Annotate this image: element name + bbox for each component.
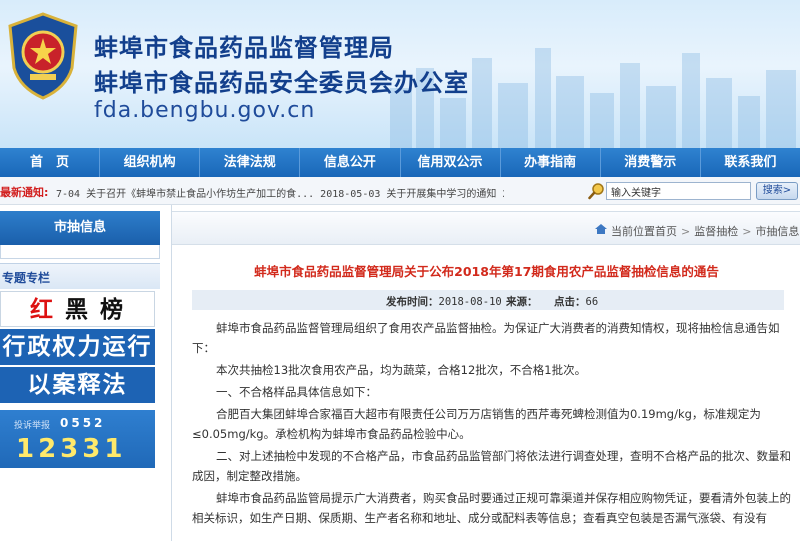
nav-item-home[interactable]: 首 页 [0,148,101,177]
nav-item-organization[interactable]: 组织机构 [100,148,201,177]
notice-bar: 最新通知: 7-04 关于召开《蚌埠市禁止食品小作坊生产加工的食... 2018… [0,177,800,205]
nav-item-contact[interactable]: 联系我们 [701,148,800,177]
main-nav: 首 页 组织机构 法律法规 信息公开 信用双公示 办事指南 消费警示 联系我们 [0,148,800,177]
site-title-line2: 蚌埠市食品药品安全委员会办公室 [94,69,469,97]
admin-power-banner[interactable]: 行政权力运行 [0,329,155,365]
banner-red-text: 红 [29,297,55,323]
article-paragraph: 合肥百大集团蚌埠合家福百大超市有限责任公司万万店销售的西芹毒死蜱检测值为0.19… [192,407,761,441]
breadcrumb-bar: 当前位置首页 > 监督抽检 > 市抽信息 [172,211,800,245]
publish-date: 发布时间：2018-08-10 [386,294,502,309]
article-paragraph: 蚌埠市食品药品监管局提示广大消费者，购买食品时要通过正规可靠渠道并保存相应购物凭… [192,491,791,525]
article-paragraph: 一、不合格样品具体信息如下： [216,385,377,399]
report-label: 投诉举报 [14,421,51,431]
complaint-hotline-banner[interactable]: 投诉举报 0552 12331 [0,410,155,468]
nav-item-credit[interactable]: 信用双公示 [401,148,501,177]
search-input[interactable] [606,182,751,200]
article-title: 蚌埠市食品药品监督管理局关于公布2018年第17期食用农产品监督抽检信息的通告 [254,264,719,279]
breadcrumb-separator: > [681,225,691,238]
sidebar: 市抽信息 专题专栏 红 黑 榜 行政权力运行 以案释法 投诉举报 0552 12… [0,205,160,541]
article-paragraph: 二、对上述抽检中发现的不合格产品，市食品药品监管部门将依法进行调查处理，查明不合… [192,449,791,483]
search-button[interactable]: 搜索> [756,182,798,200]
case-law-banner[interactable]: 以案释法 [0,367,155,403]
article-paragraph: 蚌埠市食品药品监督管理局组织了食用农产品监督抽检。为保证广大消费者的消费知情权，… [192,321,780,355]
nav-item-laws[interactable]: 法律法规 [200,148,301,177]
article-paragraph: 本次共抽检13批次食用农产品，均为蔬菜，合格12批次，不合格1批次。 [216,363,587,377]
breadcrumb-separator: > [742,225,752,238]
home-icon [595,224,607,234]
notice-label: 最新通知: [0,186,49,199]
publish-date-label: 发布时间： [386,296,439,308]
click-count-label: 点击： [554,296,586,308]
sidebar-box [0,245,160,259]
nav-item-service-guide[interactable]: 办事指南 [501,148,601,177]
article-body: 蚌埠市食品药品监督管理局组织了食用农产品监督抽检。为保证广大消费者的消费知情权，… [192,318,792,530]
breadcrumb-inspection[interactable]: 监督抽检 [694,225,738,238]
banner-black-text: 黑 榜 [54,297,125,323]
report-area-code: 0552 [60,416,106,430]
search-icon [588,183,604,200]
source: 来源： [506,294,538,309]
special-column-label: 专题专栏 [2,271,51,285]
report-number: 12331 [16,434,127,464]
breadcrumb: 当前位置首页 > 监督抽检 > 市抽信息 [611,223,799,239]
police-emblem-icon [8,12,78,100]
click-count: 点击：66 [554,294,598,309]
red-black-list-banner[interactable]: 红 黑 榜 [0,291,155,327]
click-count-value: 66 [585,296,599,308]
source-label: 来源： [506,296,538,308]
breadcrumb-current[interactable]: 市抽信息 [755,225,799,238]
main-content: 当前位置首页 > 监督抽检 > 市抽信息 蚌埠市食品药品监督管理局关于公布2018年第1… [171,205,800,541]
special-column-header: 专题专栏 [0,263,160,289]
site-header: 蚌埠市食品药品监督管理局 蚌埠市食品药品安全委员会办公室 fda.bengbu.… [0,0,800,148]
sidebar-title: 市抽信息 [0,211,160,245]
article-meta: 发布时间：2018-08-10 来源： 点击：66 [192,290,784,310]
breadcrumb-home[interactable]: 当前位置首页 [611,225,677,238]
notice-marquee[interactable]: 7-04 关于召开《蚌埠市禁止食品小作坊生产加工的食... 2018-05-03… [56,185,504,200]
nav-item-info-disclosure[interactable]: 信息公开 [300,148,401,177]
nav-item-consumer-alerts[interactable]: 消费警示 [601,148,701,177]
site-domain: fda.bengbu.gov.cn [94,98,316,123]
site-title-line1: 蚌埠市食品药品监督管理局 [94,34,394,62]
publish-date-value: 2018-08-10 [438,296,502,308]
